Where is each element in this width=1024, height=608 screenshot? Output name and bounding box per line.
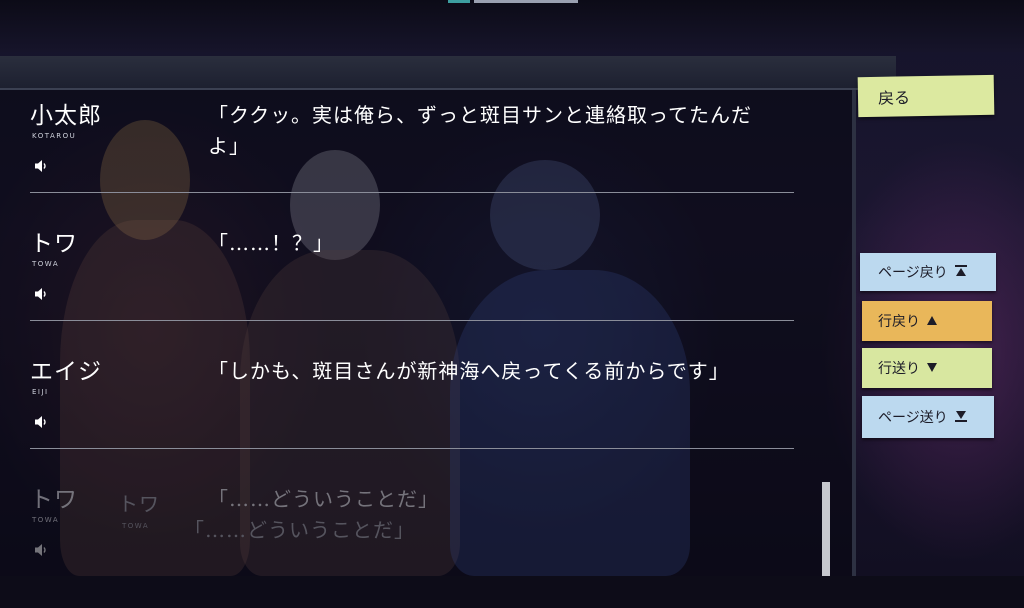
top-bar [0,0,1024,52]
dialogue-text: 「……どういうことだ」 [208,487,439,511]
speaker-romaji: TOWA [32,516,60,524]
scrollbar-thumb[interactable] [822,482,830,576]
speaker-romaji: TOWA [32,260,60,268]
back-label: 戻る [877,88,911,108]
page-down-label: ページ送り [878,410,948,426]
ghost-speaker-name: トワ [118,492,160,516]
divider [30,192,794,193]
triangle-up-icon [926,314,938,329]
line-down-button[interactable]: 行送り [862,348,992,388]
log-panel-header [0,56,896,90]
page-up-button[interactable]: ページ戻り [860,253,996,291]
page-up-label: ページ戻り [878,265,948,281]
page-down-button[interactable]: ページ送り [862,396,994,438]
back-button[interactable]: 戻る [857,74,995,118]
line-down-label: 行送り [878,361,920,377]
line-up-label: 行戻り [878,314,920,330]
ghost-dialogue-text: 「……どういうことだ」 [184,518,415,542]
ghost-speaker-romaji: TOWA [122,522,150,530]
triangle-down-icon [926,361,938,376]
top-indicator-teal [448,0,470,3]
double-down-icon [954,409,968,426]
speaker-icon[interactable] [34,415,50,429]
log-entry: 小太郎 KOTAROU 「ククッ。実は俺ら、ずっと斑目サンと連絡取ってたんだよ」 [0,96,800,224]
speaker-name: 小太郎 [30,103,102,129]
speaker-icon[interactable] [34,543,50,557]
dialogue-text: 「ククッ。実は俺ら、ずっと斑目サンと連絡取ってたんだよ」 [208,103,752,158]
speaker-icon[interactable] [34,287,50,301]
speaker-name: トワ [30,487,78,513]
backlog-panel: 小太郎 KOTAROU 「ククッ。実は俺ら、ずっと斑目サンと連絡取ってたんだよ」… [0,90,856,576]
speaker-name: トワ [30,231,78,257]
log-entry: エイジ EIJI 「しかも、斑目さんが新神海へ戻ってくる前からです」 [0,352,800,480]
divider [30,320,794,321]
double-up-icon [954,264,968,281]
speaker-romaji: KOTAROU [32,132,77,140]
divider [30,448,794,449]
speaker-icon[interactable] [34,159,50,173]
speaker-romaji: EIJI [32,388,49,396]
log-entry: トワ TOWA 「……！？」 [0,224,800,352]
top-indicator-gray [474,0,578,3]
speaker-name: エイジ [30,359,102,385]
line-up-button[interactable]: 行戻り [862,301,992,341]
dialogue-text: 「しかも、斑目さんが新神海へ戻ってくる前からです」 [208,359,730,383]
dialogue-text: 「……！？」 [208,231,334,255]
